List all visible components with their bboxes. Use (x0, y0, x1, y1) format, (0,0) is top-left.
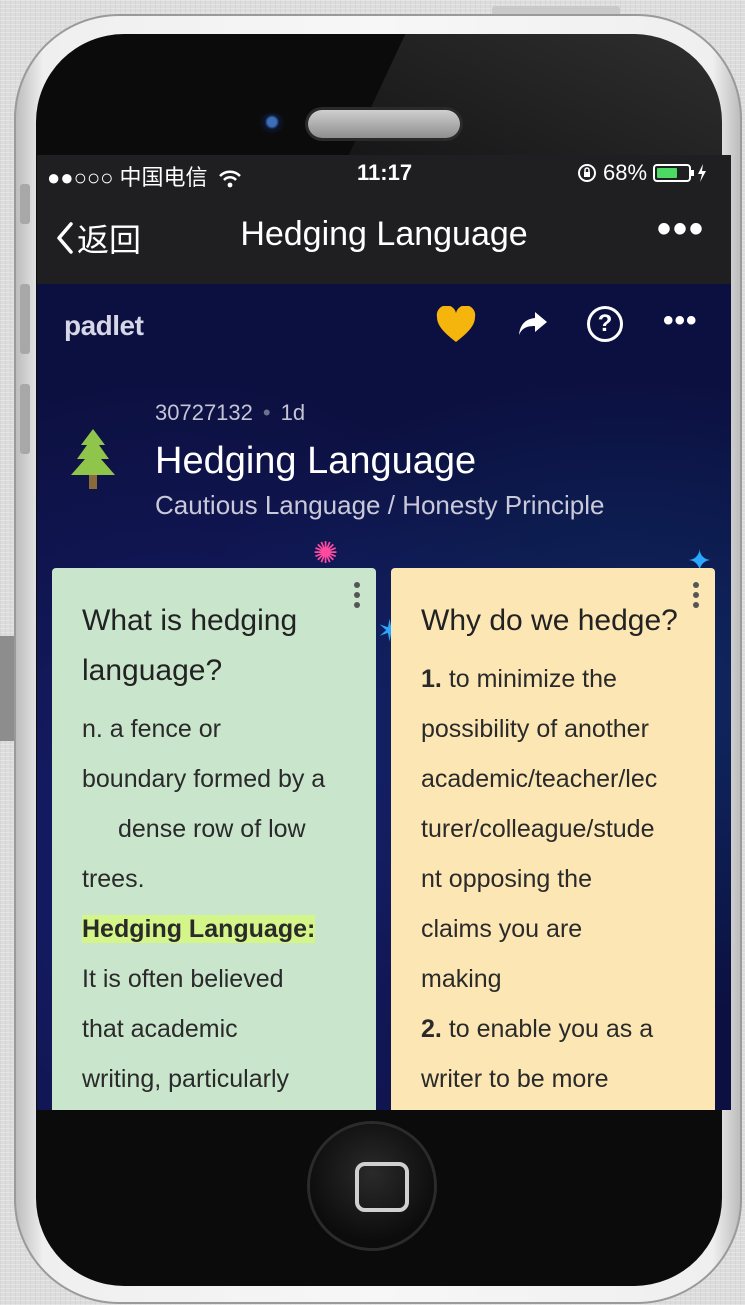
padlet-more-button[interactable]: ••• (663, 304, 698, 338)
highlighted-term: Hedging Language: (82, 915, 316, 943)
post-line: Hedging Language: (82, 904, 356, 954)
post-line: 2. to enable you as a (421, 1004, 695, 1054)
more-menu-button[interactable]: ••• (657, 207, 705, 252)
post-line: claims you are (421, 915, 583, 943)
battery-percent: 68% (603, 160, 648, 185)
battery-fill (657, 168, 678, 178)
padlet-header: padlet ? ••• (37, 284, 731, 374)
charging-icon (698, 164, 707, 182)
share-icon (519, 312, 547, 335)
like-button[interactable] (435, 305, 477, 349)
front-camera (258, 113, 286, 133)
post-line: that academic (82, 1015, 238, 1043)
decorative-sparkle: ✺ (313, 537, 339, 570)
clock: 11:17 (357, 160, 413, 185)
post-line: trees. (82, 865, 145, 893)
board-title: Hedging Language (155, 440, 477, 482)
post-line: turer/colleague/stude (421, 815, 655, 843)
edge-shadow (0, 636, 14, 741)
help-icon: ? (597, 310, 613, 337)
post-line: nt opposing the (421, 865, 592, 893)
post-line: making (421, 965, 502, 993)
page-title: Hedging Language (240, 215, 528, 253)
share-button[interactable] (517, 310, 549, 346)
post-title: What is hedging language? (82, 604, 298, 687)
post-body: What is hedging language? n. a fence or … (82, 596, 356, 1104)
battery-icon (653, 164, 695, 182)
list-number: 1. (421, 665, 442, 693)
mute-switch (20, 184, 30, 224)
tree-icon (69, 429, 117, 496)
post-line: 1. to minimize the (421, 654, 695, 704)
board-id: 30727132 (155, 400, 253, 425)
heart-icon (436, 305, 476, 342)
board-subtitle: Cautious Language / Honesty Principle (155, 490, 605, 520)
post-card[interactable]: What is hedging language? n. a fence or … (52, 568, 376, 1110)
earpiece-speaker (308, 110, 460, 138)
post-card[interactable]: Why do we hedge? 1. to minimize the poss… (391, 568, 715, 1110)
wifi-icon (218, 170, 241, 188)
volume-down-button (20, 384, 30, 454)
post-line-text: to enable you as a (448, 1015, 654, 1043)
post-body: Why do we hedge? 1. to minimize the poss… (421, 596, 695, 1104)
navigation-bar: 返回 Hedging Language ••• (37, 189, 731, 284)
post-line: academic/teacher/lec (421, 765, 658, 793)
carrier-signal: ●●○○○ 中国电信 (47, 160, 242, 192)
volume-up-button (20, 284, 30, 354)
post-line: dense row of low (118, 815, 306, 843)
post-line: possibility of another (421, 715, 649, 743)
board-meta: 30727132 • 1d (155, 400, 305, 426)
help-button[interactable]: ? (587, 306, 623, 342)
screen: ●●○○○ 中国电信 11:17 68% 返回 Hedging Language… (37, 155, 731, 1110)
post-line: It is often believed (82, 965, 284, 993)
post-line: writing, particularly (82, 1065, 290, 1093)
meta-separator: • (262, 400, 271, 425)
status-bar: ●●○○○ 中国电信 11:17 68% (37, 155, 731, 192)
post-line: writer to be more (421, 1065, 609, 1093)
list-number: 2. (421, 1015, 442, 1043)
board-age: 1d (280, 400, 306, 425)
post-line: boundary formed by a (82, 765, 326, 793)
home-button-icon (355, 1162, 409, 1212)
post-line: n. a fence or (82, 715, 221, 743)
padlet-board: ✺ ✶ ✦ padlet ? ••• 30727132 • 1d Hedging… (37, 284, 731, 1110)
post-title: Why do we hedge? (421, 604, 678, 637)
padlet-logo[interactable]: padlet (64, 310, 144, 342)
battery-status: 68% (577, 160, 707, 186)
post-line-text: to minimize the (448, 665, 617, 693)
lock-rotation-icon (578, 164, 596, 182)
